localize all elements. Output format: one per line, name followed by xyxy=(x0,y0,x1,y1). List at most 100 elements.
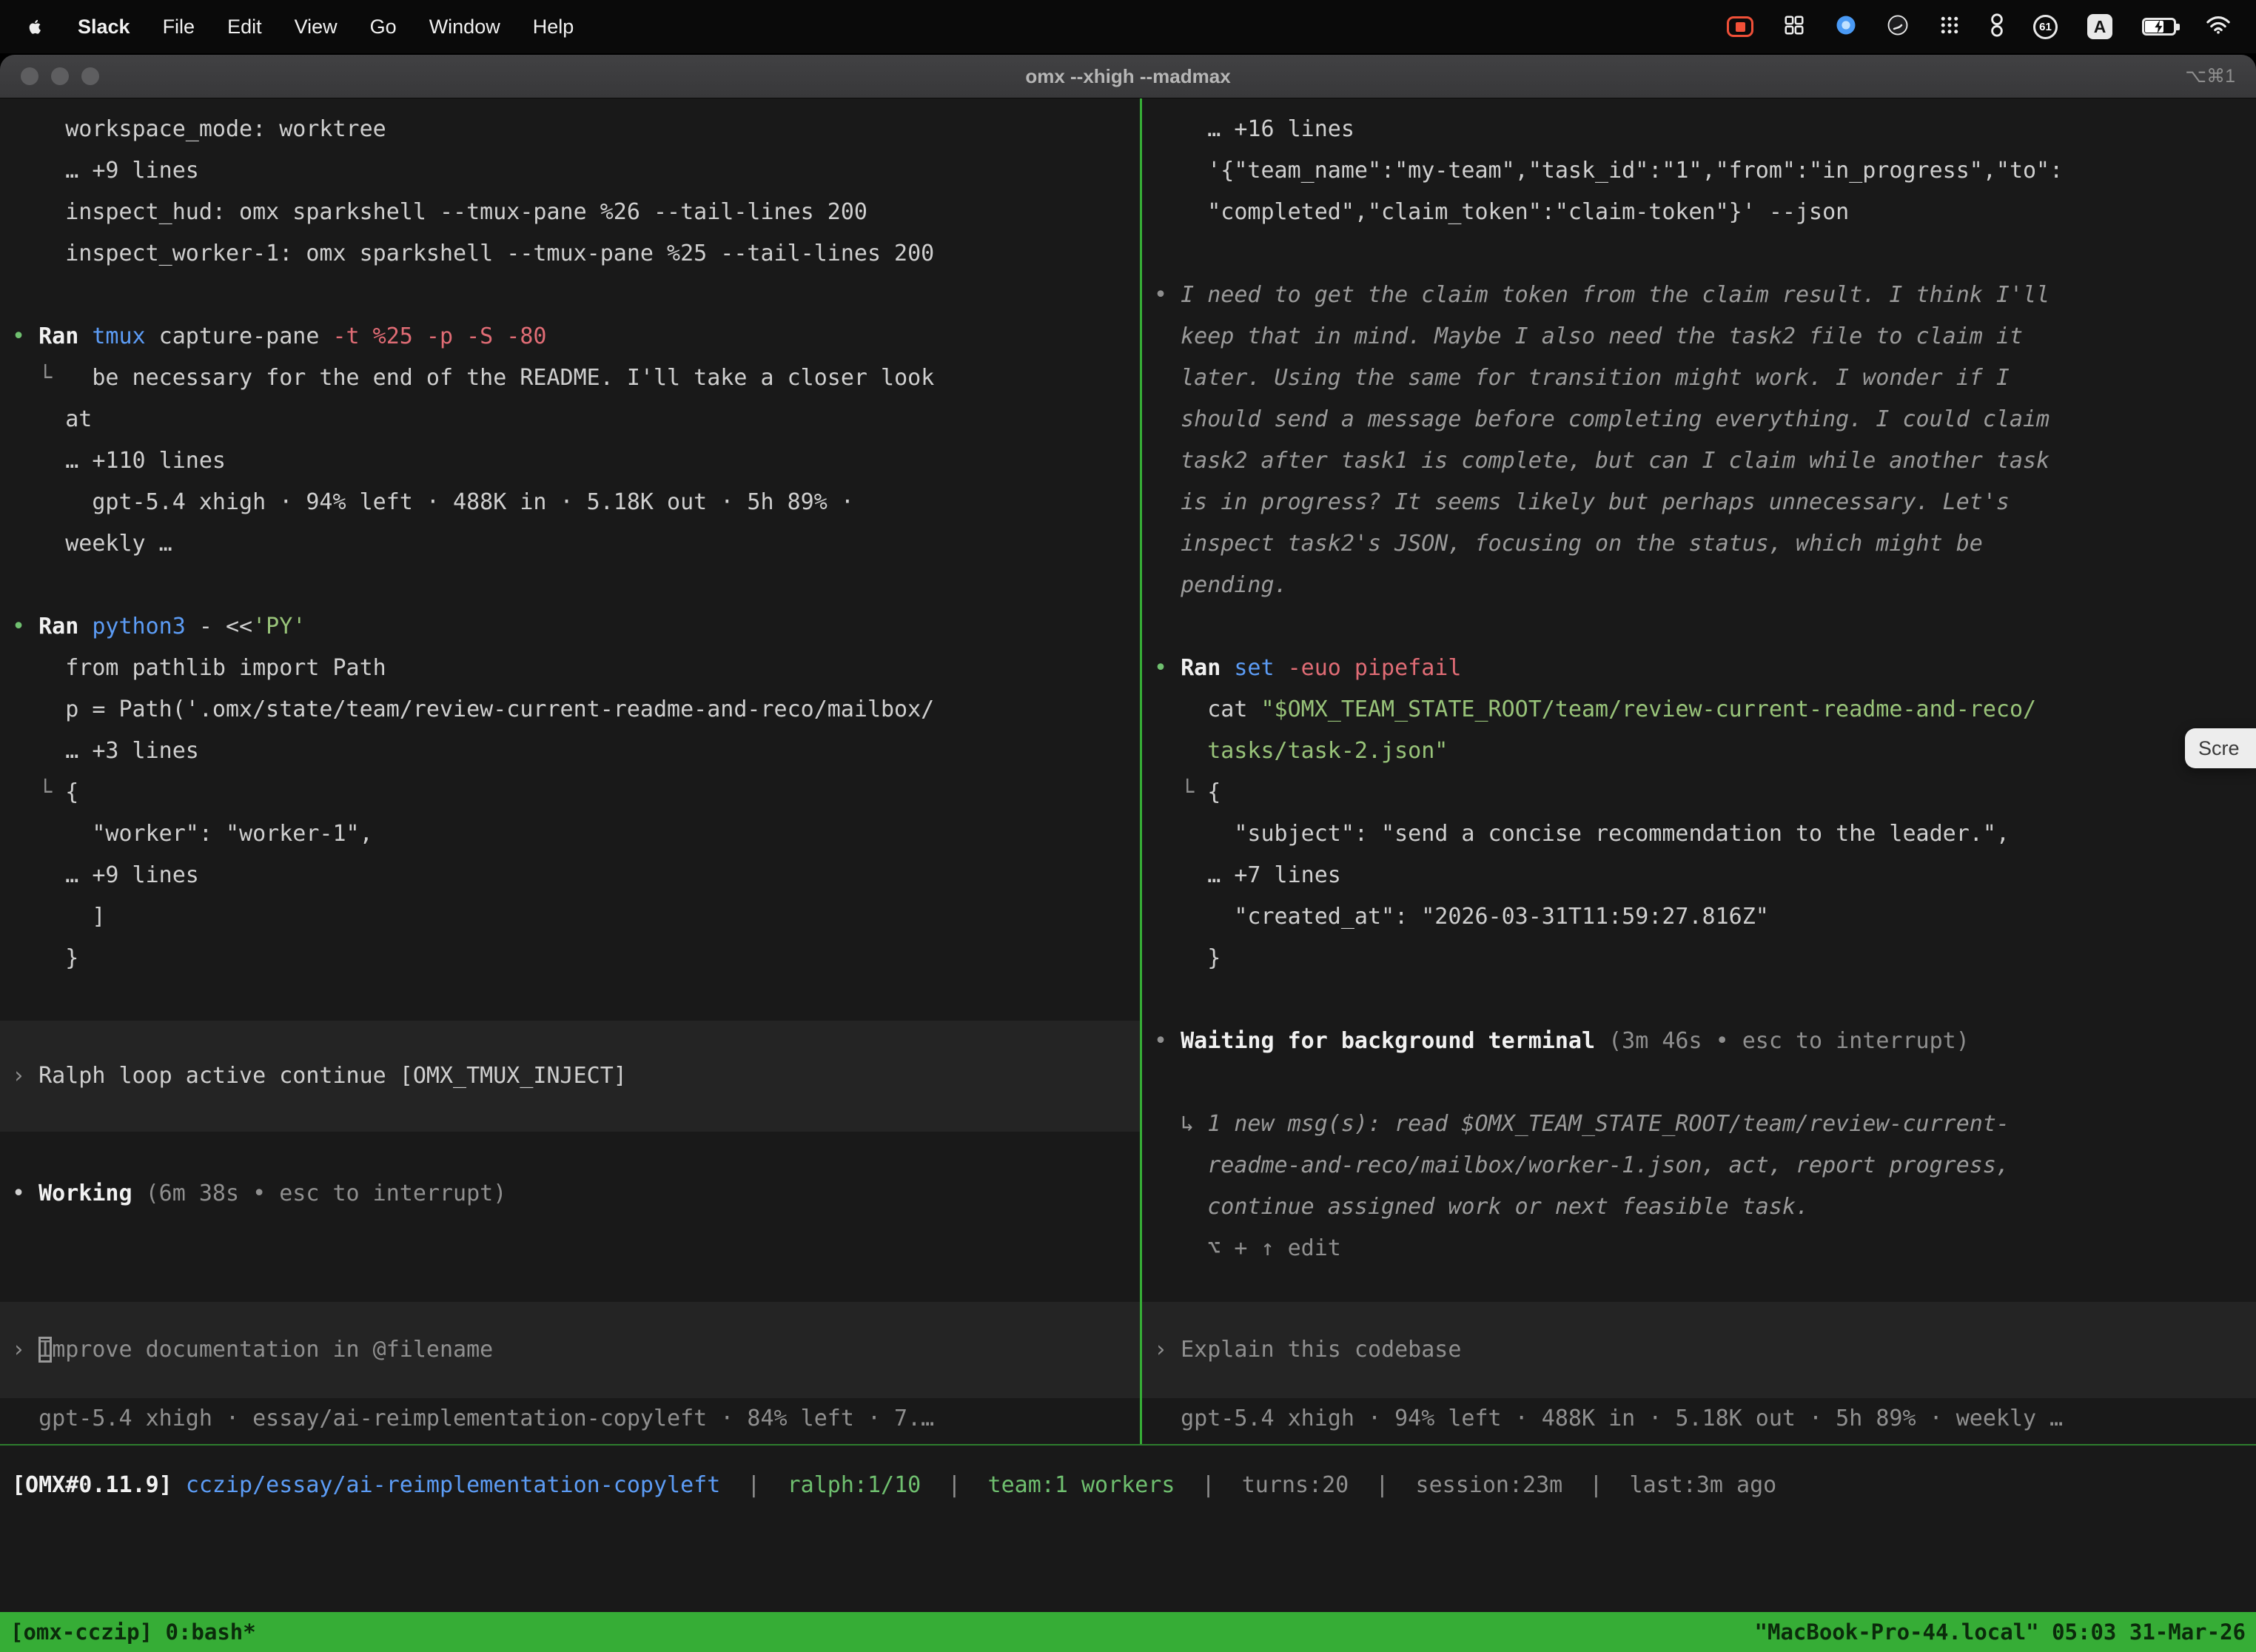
text-segment: team:1 workers xyxy=(988,1472,1175,1498)
omx-status-bar: [OMX#0.11.9] cczip/essay/ai-reimplementa… xyxy=(0,1446,2256,1506)
inject-banner[interactable]: › Ralph loop active continue [OMX_TMUX_I… xyxy=(0,1021,1140,1132)
terminal-line: } xyxy=(1142,938,2256,979)
text-segment: (3m 46s • esc to interrupt) xyxy=(1608,1028,1970,1054)
text-segment: from pathlib import Path xyxy=(12,655,386,681)
terminal-line: should send a message before completing … xyxy=(1142,399,2256,440)
menu-item-view[interactable]: View xyxy=(295,16,338,38)
dark-app-icon[interactable] xyxy=(1887,14,1909,40)
text-segment: } xyxy=(1154,945,1221,971)
terminal-line: from pathlib import Path xyxy=(0,648,1140,689)
terminal-line: tasks/task-2.json" xyxy=(1142,731,2256,772)
left-terminal-pane[interactable]: workspace_mode: worktree … +9 lines insp… xyxy=(0,98,1140,1444)
terminal-line: └ { xyxy=(0,772,1140,813)
text-segment: | xyxy=(1349,1472,1415,1498)
text-segment: ↳ xyxy=(1154,1111,1207,1137)
menu-item-window[interactable]: Window xyxy=(429,16,500,38)
text-segment: python3 xyxy=(92,614,185,639)
text-segment: set xyxy=(1234,655,1287,681)
screen-recording-indicator[interactable] xyxy=(1727,16,1753,37)
input-source-icon[interactable]: A xyxy=(2087,14,2112,39)
terminal-line: is in progress? It seems likely but perh… xyxy=(1142,482,2256,523)
blank-line xyxy=(0,979,1140,1021)
terminal-line: inspect_worker-1: omx sparkshell --tmux-… xyxy=(0,233,1140,275)
text-segment: ⌥ + ↑ edit xyxy=(1154,1235,1341,1261)
text-segment: should send a message before completing … xyxy=(1154,406,2049,432)
text-segment: (6m 38s • esc to interrupt) xyxy=(146,1181,507,1206)
terminal-line: cat "$OMX_TEAM_STATE_ROOT/team/review-cu… xyxy=(1142,689,2256,731)
menu-item-help[interactable]: Help xyxy=(533,16,574,38)
menu-item-file[interactable]: File xyxy=(163,16,195,38)
text-segment: Ran xyxy=(1181,655,1234,681)
text-segment: tasks/task-2.json" xyxy=(1207,738,1448,764)
battery-percent-badge[interactable]: 61 xyxy=(2033,15,2058,39)
prompt-input[interactable]: › Explain this codebase xyxy=(1142,1302,2256,1398)
terminal-line: inspect task2's JSON, focusing on the st… xyxy=(1142,523,2256,565)
zoom-button[interactable] xyxy=(81,67,99,85)
text-segment: - << xyxy=(186,614,252,639)
notification-text: Scre xyxy=(2198,737,2240,760)
text-segment: { xyxy=(65,779,78,805)
terminal-line: "worker": "worker-1", xyxy=(0,813,1140,855)
terminal-line: p = Path('.omx/state/team/review-current… xyxy=(0,689,1140,731)
figure-eight-icon[interactable] xyxy=(1990,13,2004,41)
text-segment: tmux xyxy=(92,323,145,349)
text-segment: I xyxy=(38,1337,52,1363)
battery-charging-icon[interactable] xyxy=(2142,18,2176,36)
text-segment: "subject": "send a concise recommendatio… xyxy=(1154,821,2010,847)
text-segment: | xyxy=(720,1472,787,1498)
text-segment: mprove documentation in @filename xyxy=(52,1337,493,1363)
prompt-input[interactable]: › Improve documentation in @filename xyxy=(0,1302,1140,1398)
terminal-line: later. Using the same for transition mig… xyxy=(1142,357,2256,399)
notification-sliver[interactable]: Scre xyxy=(2185,728,2256,768)
terminal-line: … +9 lines xyxy=(0,150,1140,192)
text-segment: Ran xyxy=(38,614,92,639)
window-shortcut-hint: ⌥⌘1 xyxy=(2185,65,2256,87)
flex-spacer xyxy=(1142,1269,2256,1302)
text-segment: • xyxy=(12,1181,38,1206)
terminal-line: task2 after task1 is complete, but can I… xyxy=(1142,440,2256,482)
text-segment: "$OMX_TEAM_STATE_ROOT/team/review-curren… xyxy=(1261,696,2037,722)
minimize-button[interactable] xyxy=(51,67,69,85)
terminal-line: … +16 lines xyxy=(1142,109,2256,150)
text-segment: └ xyxy=(1154,779,1207,805)
blank-line xyxy=(1142,979,2256,1021)
active-app-menu[interactable]: Slack xyxy=(78,16,130,38)
text-segment: task2 after task1 is complete, but can I… xyxy=(1154,448,2049,474)
terminal-line: • Ran python3 - <<'PY' xyxy=(0,606,1140,648)
blank-line xyxy=(1142,606,2256,648)
window-title-bar[interactable]: omx --xhigh --madmax ⌥⌘1 xyxy=(0,55,2256,98)
window-grid-icon[interactable] xyxy=(1783,14,1805,40)
menu-item-edit[interactable]: Edit xyxy=(227,16,262,38)
blank-line xyxy=(1142,233,2256,275)
close-button[interactable] xyxy=(21,67,38,85)
text-segment: { xyxy=(1207,779,1221,805)
terminal-line: continue assigned work or next feasible … xyxy=(1142,1186,2256,1228)
terminal-line: workspace_mode: worktree xyxy=(0,109,1140,150)
pane-status-line: gpt-5.4 xhigh · essay/ai-reimplementatio… xyxy=(0,1398,1140,1440)
text-segment: … +9 lines xyxy=(12,862,199,888)
text-segment: Ralph loop active continue [OMX_TMUX_INJ… xyxy=(38,1063,627,1089)
terminal-line: ⌥ + ↑ edit xyxy=(1142,1228,2256,1269)
text-segment: • xyxy=(12,323,38,349)
wifi-icon[interactable] xyxy=(2206,15,2231,38)
terminal-line: '{"team_name":"my-team","task_id":"1","f… xyxy=(1142,150,2256,192)
text-segment: | xyxy=(1175,1472,1241,1498)
text-segment: • xyxy=(12,614,38,639)
text-segment: cat xyxy=(1154,696,1261,722)
blue-app-icon[interactable] xyxy=(1835,14,1857,40)
prompt-text: › Explain this codebase xyxy=(1142,1329,2256,1371)
terminal-line: weekly … xyxy=(0,523,1140,565)
dots-grid-icon[interactable] xyxy=(1938,14,1961,40)
text-segment: last:3m ago xyxy=(1630,1472,1777,1498)
right-terminal-pane[interactable]: … +16 lines '{"team_name":"my-team","tas… xyxy=(1142,98,2256,1444)
text-segment: gpt-5.4 xhigh · essay/ai-reimplementatio… xyxy=(12,1406,934,1431)
terminal-line: ] xyxy=(0,896,1140,938)
terminal-line: pending. xyxy=(1142,565,2256,606)
apple-menu-icon[interactable] xyxy=(25,16,45,38)
text-segment: | xyxy=(921,1472,987,1498)
menu-item-go[interactable]: Go xyxy=(370,16,397,38)
text-segment: capture-pane xyxy=(146,323,333,349)
text-segment: └ xyxy=(12,365,92,391)
text-segment: inspect task2's JSON, focusing on the st… xyxy=(1154,531,1983,557)
text-segment: } xyxy=(12,945,78,971)
